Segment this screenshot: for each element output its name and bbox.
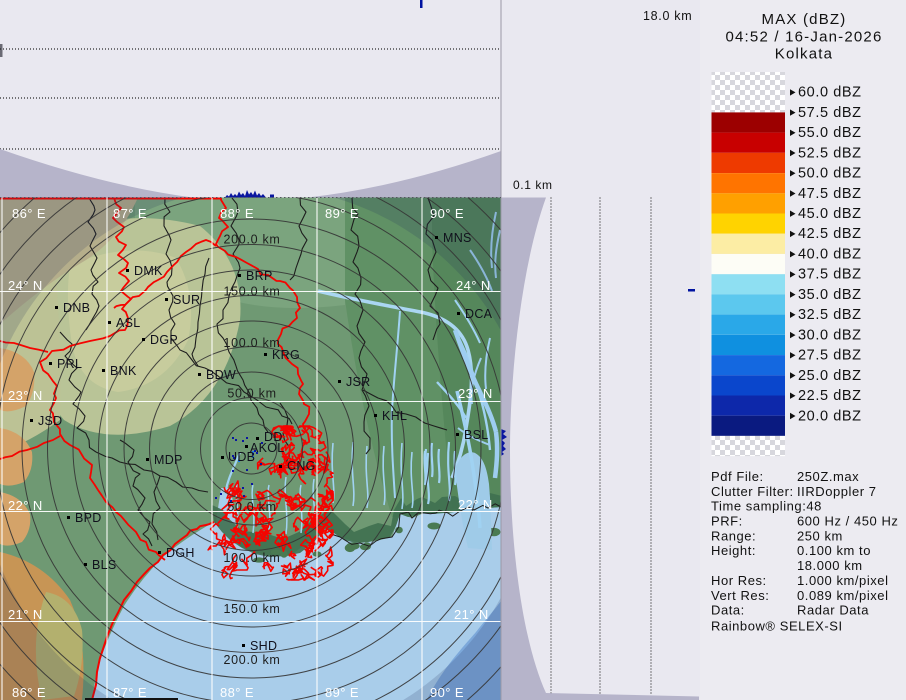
svg-text:PRL: PRL [57, 357, 82, 371]
svg-text:DNB: DNB [63, 301, 90, 315]
svg-text:21° N: 21° N [8, 607, 43, 622]
svg-text:22° N: 22° N [8, 498, 43, 513]
svg-text:87° E: 87° E [113, 206, 147, 221]
svg-text:JSD: JSD [38, 414, 63, 428]
svg-text:88° E: 88° E [220, 206, 254, 221]
svg-text:50.0 dBZ: 50.0 dBZ [798, 166, 862, 182]
svg-text:Range:: Range: [711, 528, 756, 543]
svg-text:35.0 dBZ: 35.0 dBZ [798, 287, 862, 303]
svg-text:0.1 km: 0.1 km [513, 178, 553, 192]
svg-text:Radar Data: Radar Data [797, 603, 869, 618]
svg-text:42.5 dBZ: 42.5 dBZ [798, 226, 862, 242]
svg-text:600 Hz / 450 Hz: 600 Hz / 450 Hz [797, 514, 898, 529]
svg-text:90° E: 90° E [430, 685, 464, 700]
svg-text:23° N: 23° N [458, 386, 493, 401]
svg-text:150.0 km: 150.0 km [223, 285, 280, 299]
svg-text:32.5 dBZ: 32.5 dBZ [798, 307, 862, 323]
svg-text:90° E: 90° E [430, 206, 464, 221]
svg-text:50.0 km: 50.0 km [227, 387, 276, 401]
svg-text:250 km: 250 km [797, 528, 843, 543]
svg-text:50.0 km: 50.0 km [227, 500, 276, 514]
svg-text:Hor Res:: Hor Res: [711, 573, 767, 588]
svg-text:ASL: ASL [116, 316, 141, 330]
svg-text:22° N: 22° N [458, 497, 493, 512]
svg-text:23° N: 23° N [8, 388, 43, 403]
svg-text:KHL: KHL [382, 409, 407, 423]
svg-text:JSR: JSR [346, 375, 371, 389]
svg-text:55.0 dBZ: 55.0 dBZ [798, 125, 862, 141]
svg-text:0.089 km/pixel: 0.089 km/pixel [797, 588, 889, 603]
svg-text:18.0 km: 18.0 km [643, 9, 692, 23]
svg-text:88° E: 88° E [220, 685, 254, 700]
svg-text:86° E: 86° E [12, 685, 46, 700]
svg-text:45.0 dBZ: 45.0 dBZ [798, 206, 862, 222]
svg-text:200.0 km: 200.0 km [223, 653, 280, 667]
svg-text:25.0 dBZ: 25.0 dBZ [798, 368, 862, 384]
svg-text:100.0 km: 100.0 km [223, 551, 280, 565]
svg-text:DMK: DMK [134, 264, 163, 278]
svg-text:21° N: 21° N [454, 607, 489, 622]
svg-text:BRP: BRP [246, 269, 273, 283]
svg-text:Rainbow® SELEX-SI: Rainbow® SELEX-SI [711, 619, 843, 634]
svg-text:DCA: DCA [465, 307, 493, 321]
svg-text:87° E: 87° E [113, 685, 147, 700]
svg-text:22.5 dBZ: 22.5 dBZ [798, 388, 862, 404]
svg-text:Height:: Height: [711, 543, 756, 558]
svg-text:CNG: CNG [287, 459, 316, 473]
svg-text:37.5 dBZ: 37.5 dBZ [798, 267, 862, 283]
svg-text:KRG: KRG [272, 348, 300, 362]
svg-text:BDW: BDW [206, 368, 236, 382]
svg-text:60.0 dBZ: 60.0 dBZ [798, 85, 862, 101]
svg-text:150.0 km: 150.0 km [223, 602, 280, 616]
svg-text:89° E: 89° E [325, 206, 359, 221]
svg-text:AKOL: AKOL [250, 441, 285, 455]
svg-text:52.5 dBZ: 52.5 dBZ [798, 145, 862, 161]
svg-text:30.0 dBZ: 30.0 dBZ [798, 327, 862, 343]
svg-text:MDP: MDP [154, 453, 183, 467]
svg-text:MNS: MNS [443, 231, 472, 245]
svg-text:BSL: BSL [464, 428, 489, 442]
svg-text:0.100 km to: 0.100 km to [797, 543, 871, 558]
svg-text:1.000 km/pixel: 1.000 km/pixel [797, 573, 889, 588]
svg-text:BNK: BNK [110, 364, 137, 378]
svg-text:04:52 / 16-Jan-2026: 04:52 / 16-Jan-2026 [725, 29, 882, 46]
svg-text:200.0 km: 200.0 km [223, 233, 280, 247]
svg-text:Clutter Filter:: Clutter Filter: [711, 484, 794, 499]
svg-text:BPD: BPD [75, 511, 102, 525]
svg-text:Pdf File:: Pdf File: [711, 469, 764, 484]
svg-text:Time sampling:48: Time sampling:48 [711, 499, 822, 514]
svg-text:27.5 dBZ: 27.5 dBZ [798, 348, 862, 364]
svg-text:SHD: SHD [250, 639, 277, 653]
svg-text:89° E: 89° E [325, 685, 359, 700]
svg-text:Kolkata: Kolkata [775, 46, 833, 63]
svg-text:47.5 dBZ: 47.5 dBZ [798, 186, 862, 202]
svg-text:20.0 dBZ: 20.0 dBZ [798, 408, 862, 424]
svg-text:BLS: BLS [92, 558, 117, 572]
svg-text:SUR: SUR [173, 293, 200, 307]
svg-text:IIRDoppler 7: IIRDoppler 7 [797, 484, 877, 499]
svg-text:57.5 dBZ: 57.5 dBZ [798, 105, 862, 121]
svg-text:18.000 km: 18.000 km [797, 558, 863, 573]
svg-text:250Z.max: 250Z.max [797, 469, 859, 484]
svg-text:PRF:: PRF: [711, 514, 743, 529]
svg-text:DGH: DGH [166, 546, 195, 560]
svg-text:Data:: Data: [711, 603, 745, 618]
svg-text:MAX (dBZ): MAX (dBZ) [762, 11, 847, 28]
svg-text:24° N: 24° N [8, 278, 43, 293]
svg-text:24° N: 24° N [456, 278, 491, 293]
svg-text:DGP: DGP [150, 333, 178, 347]
svg-text:86° E: 86° E [12, 206, 46, 221]
svg-text:Vert Res:: Vert Res: [711, 588, 769, 603]
svg-text:40.0 dBZ: 40.0 dBZ [798, 247, 862, 263]
